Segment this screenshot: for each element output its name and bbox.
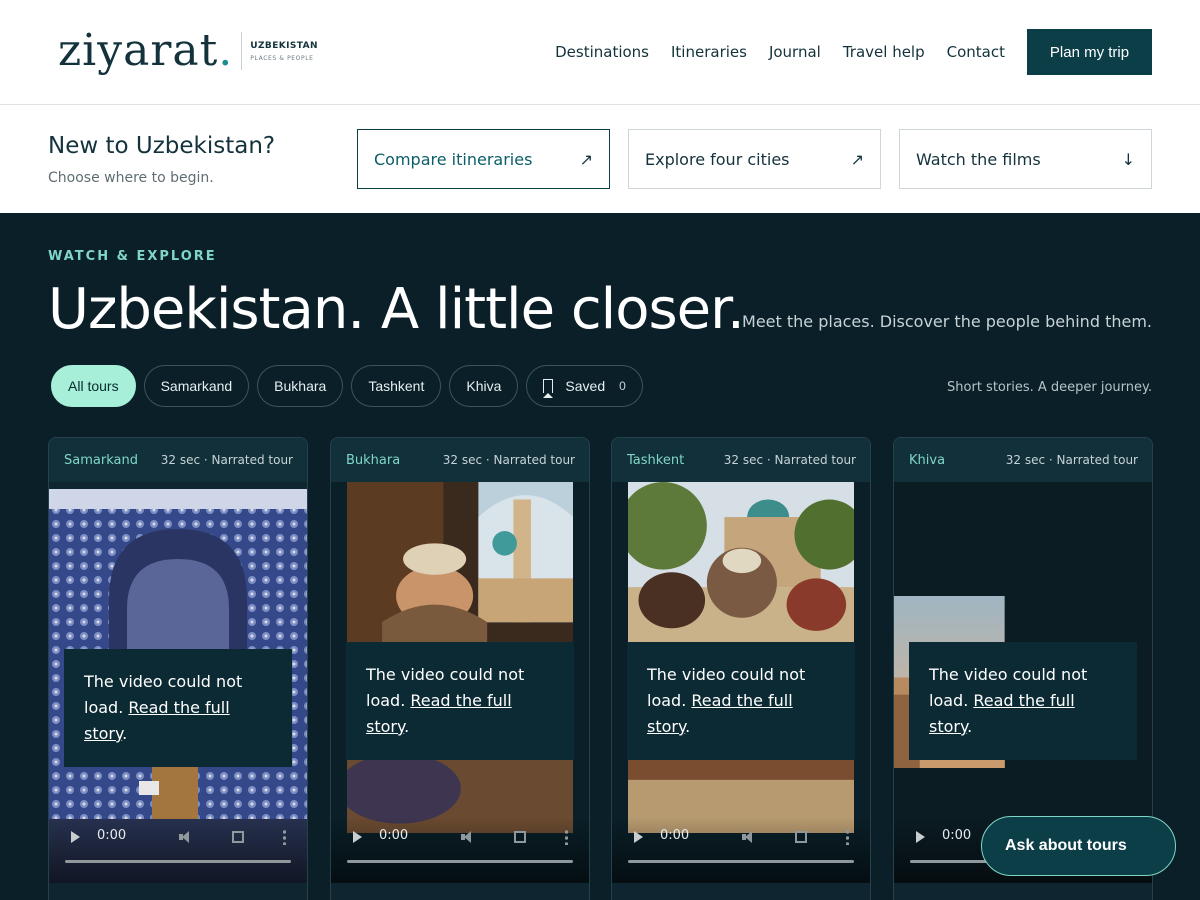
logo-divider [241,32,243,70]
hero-subtitle: Meet the places. Discover the people beh… [742,312,1152,331]
fullscreen-icon[interactable] [795,831,807,843]
video-progress-bar[interactable] [347,860,573,863]
video-player[interactable]: The video could not load. Read the full … [612,482,870,883]
volume-icon[interactable] [461,831,475,843]
video-progress-bar[interactable] [65,860,291,863]
intro-subtitle: Choose where to begin. [48,170,214,186]
card-meta: 32 sec · Narrated tour [160,453,293,467]
play-icon[interactable] [634,831,643,843]
video-progress-bar[interactable] [628,860,854,863]
card-header: Khiva 32 sec · Narrated tour [894,438,1152,482]
chip-saved[interactable]: Saved 0 [526,365,643,407]
play-icon[interactable] [353,831,362,843]
plan-my-trip-button[interactable]: Plan my trip [1027,29,1152,75]
chip-samarkand[interactable]: Samarkand [143,365,250,407]
compare-itineraries-link[interactable]: Compare itineraries ↗ [357,129,610,189]
bookmark-icon [542,379,554,398]
card-meta: 32 sec · Narrated tour [723,453,856,467]
tour-card-bukhara: Bukhara 32 sec · Narrated tour The video… [330,437,590,900]
video-controls: 0:00 [612,817,870,883]
video-error-message: The video could not load. Read the full … [627,642,855,760]
video-player[interactable]: The video could not load. Read the full … [331,482,589,883]
chip-tashkent[interactable]: Tashkent [351,365,442,407]
hero-title: Uzbekistan. A little closer. [48,277,745,342]
video-time: 0:00 [942,828,972,843]
chip-all-tours[interactable]: All tours [51,365,136,407]
play-icon[interactable] [71,831,80,843]
card-meta: 32 sec · Narrated tour [442,453,575,467]
video-controls: 0:00 [331,817,589,883]
card-header: Tashkent 32 sec · Narrated tour [612,438,870,482]
video-time: 0:00 [660,828,690,843]
video-error-message: The video could not load. Read the full … [346,642,574,760]
card-city: Khiva [909,452,946,468]
video-time: 0:00 [379,828,409,843]
arrow-up-right-icon: ↗ [579,149,593,169]
arrow-down-icon: ↓ [1121,149,1135,169]
nav-itineraries[interactable]: Itineraries [671,43,747,61]
more-options-icon[interactable] [283,829,286,845]
nav-journal[interactable]: Journal [769,43,821,61]
saved-count: 0 [619,379,626,393]
section-eyebrow: WATCH & EXPLORE [48,249,217,264]
arrow-up-right-icon: ↗ [850,149,864,169]
volume-icon[interactable] [179,831,193,843]
card-meta: 32 sec · Narrated tour [1005,453,1138,467]
fullscreen-icon[interactable] [232,831,244,843]
video-error-message: The video could not load. Read the full … [64,649,292,767]
nav-destinations[interactable]: Destinations [555,43,649,61]
logo-wordmark: ziyarat. [58,25,234,76]
chip-khiva[interactable]: Khiva [449,365,519,407]
intro-title: New to Uzbekistan? [48,133,276,159]
video-player[interactable]: The video could not load. Read the full … [49,489,307,883]
play-icon[interactable] [916,831,925,843]
more-options-icon[interactable] [565,829,568,845]
section-tagline: Short stories. A deeper journey. [947,380,1152,395]
video-error-message: The video could not load. Read the full … [909,642,1137,760]
logo-tagline: UZBEKISTAN PLACES & PEOPLE [250,40,318,62]
explore-cities-link[interactable]: Explore four cities ↗ [628,129,881,189]
tour-card-tashkent: Tashkent 32 sec · Narrated tour The vide… [611,437,871,900]
site-logo[interactable]: ziyarat. UZBEKISTAN PLACES & PEOPLE [58,26,318,76]
video-time: 0:00 [97,828,127,843]
card-header: Bukhara 32 sec · Narrated tour [331,438,589,482]
filter-chips: All tours Samarkand Bukhara Tashkent Khi… [51,365,643,407]
nav-travel-help[interactable]: Travel help [843,43,925,61]
card-city: Bukhara [346,452,401,468]
chip-bukhara[interactable]: Bukhara [257,365,344,407]
ask-about-tours-button[interactable]: Ask about tours [981,816,1176,876]
site-header: ziyarat. UZBEKISTAN PLACES & PEOPLE Dest… [0,0,1200,105]
watch-films-link[interactable]: Watch the films ↓ [899,129,1152,189]
nav-contact[interactable]: Contact [947,43,1005,61]
more-options-icon[interactable] [846,829,849,845]
intro-strip: New to Uzbekistan? Choose where to begin… [0,105,1200,213]
card-header: Samarkand 32 sec · Narrated tour [49,438,307,482]
card-city: Samarkand [64,452,138,468]
main-nav: Destinations Itineraries Journal Travel … [555,43,1005,61]
video-controls: 0:00 [49,817,307,883]
card-city: Tashkent [627,452,685,468]
tour-card-samarkand: Samarkand 32 sec · Narrated tour The vid… [48,437,308,900]
fullscreen-icon[interactable] [514,831,526,843]
volume-icon[interactable] [742,831,756,843]
watch-explore-section: WATCH & EXPLORE Uzbekistan. A little clo… [0,213,1200,900]
